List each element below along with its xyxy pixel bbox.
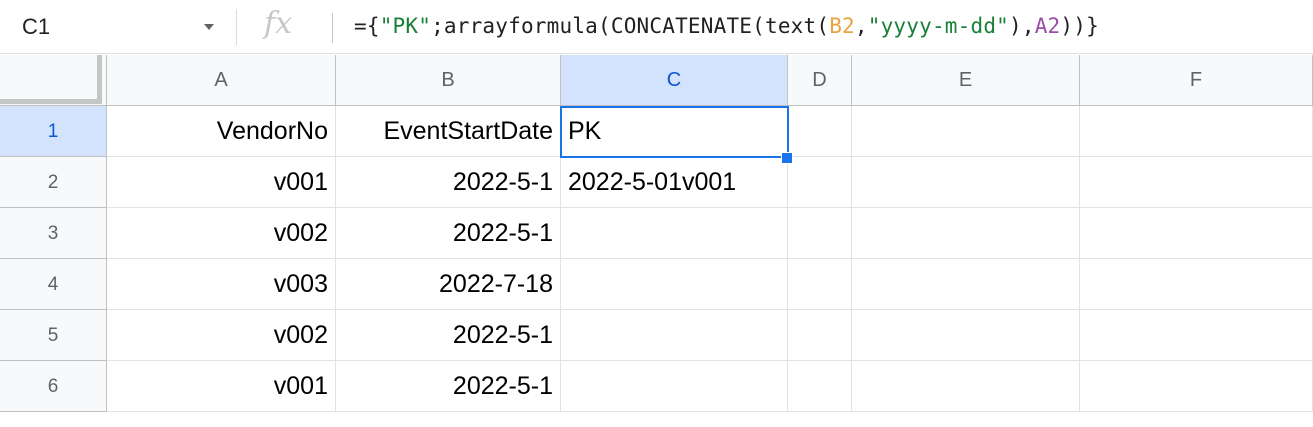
cell-a3[interactable]: v002 (107, 208, 336, 259)
cell-c4[interactable] (561, 259, 788, 310)
cell-a4[interactable]: v003 (107, 259, 336, 310)
cell-b1[interactable]: EventStartDate (336, 106, 561, 157)
formula-token: ;arrayformula(CONCATENATE(text( (431, 14, 830, 38)
formula-token: B2 (829, 14, 855, 38)
cell-f2[interactable] (1080, 157, 1313, 208)
row-header-6[interactable]: 6 (0, 361, 107, 412)
cell-e6[interactable] (852, 361, 1080, 412)
cell-c3[interactable] (561, 208, 788, 259)
formula-token: , (854, 14, 868, 38)
formula-token: ={ (354, 14, 380, 38)
row-header-5[interactable]: 5 (0, 310, 107, 361)
cell-d3[interactable] (788, 208, 852, 259)
cell-d4[interactable] (788, 259, 852, 310)
cell-f5[interactable] (1080, 310, 1313, 361)
formula-input[interactable]: ={"PK";arrayformula(CONCATENATE(text(B2,… (354, 14, 1099, 38)
cell-b2[interactable]: 2022-5-1 (336, 157, 561, 208)
column-header-f[interactable]: F (1080, 55, 1313, 106)
formula-token: "yyyy-m-dd" (867, 14, 1010, 38)
cell-e1[interactable] (852, 106, 1080, 157)
row-header-1[interactable]: 1 (0, 106, 107, 157)
cell-a1[interactable]: VendorNo (107, 106, 336, 157)
formula-token: ))} (1060, 14, 1099, 38)
cell-b3[interactable]: 2022-5-1 (336, 208, 561, 259)
chevron-down-icon[interactable] (204, 24, 214, 30)
cell-c2[interactable]: 2022-5-01v001 (561, 157, 788, 208)
cell-c6[interactable] (561, 361, 788, 412)
cell-d5[interactable] (788, 310, 852, 361)
cell-b5[interactable]: 2022-5-1 (336, 310, 561, 361)
formula-bar: C1 fx ={"PK";arrayformula(CONCATENATE(te… (0, 0, 1313, 54)
spreadsheet-grid: A B C D E F 1 VendorNo EventStartDate PK 2 v001 2022… (0, 55, 1313, 427)
cell-e4[interactable] (852, 259, 1080, 310)
cell-f1[interactable] (1080, 106, 1313, 157)
column-header-c[interactable]: C (561, 55, 788, 106)
cell-c5[interactable] (561, 310, 788, 361)
cell-e3[interactable] (852, 208, 1080, 259)
column-header-a[interactable]: A (107, 55, 336, 106)
formula-token: A2 (1034, 14, 1061, 38)
row-header-2[interactable]: 2 (0, 157, 107, 208)
fx-icon: fx (264, 6, 293, 41)
cell-b6[interactable]: 2022-5-1 (336, 361, 561, 412)
fill-handle[interactable] (781, 152, 793, 164)
formula-token: ), (1009, 14, 1035, 38)
cell-e5[interactable] (852, 310, 1080, 361)
divider (332, 13, 333, 43)
cell-a5[interactable]: v002 (107, 310, 336, 361)
cell-f4[interactable] (1080, 259, 1313, 310)
freeze-row-handle[interactable] (0, 99, 102, 104)
row-header-3[interactable]: 3 (0, 208, 107, 259)
name-box-value: C1 (22, 14, 51, 39)
cell-d1[interactable] (788, 106, 852, 157)
cell-e2[interactable] (852, 157, 1080, 208)
cell-b4[interactable]: 2022-7-18 (336, 259, 561, 310)
freeze-column-handle[interactable] (97, 55, 102, 104)
cell-f3[interactable] (1080, 208, 1313, 259)
row-header-4[interactable]: 4 (0, 259, 107, 310)
cell-c1[interactable]: PK (561, 106, 788, 157)
cell-d2[interactable] (788, 157, 852, 208)
column-header-e[interactable]: E (852, 55, 1080, 106)
cell-f6[interactable] (1080, 361, 1313, 412)
column-header-b[interactable]: B (336, 55, 561, 106)
formula-token: "PK" (379, 14, 432, 38)
cell-a2[interactable]: v001 (107, 157, 336, 208)
column-header-d[interactable]: D (788, 55, 852, 106)
divider (236, 9, 237, 45)
select-all-corner[interactable] (0, 55, 107, 106)
name-box[interactable]: C1 (0, 0, 236, 54)
cell-d6[interactable] (788, 361, 852, 412)
cell-a6[interactable]: v001 (107, 361, 336, 412)
